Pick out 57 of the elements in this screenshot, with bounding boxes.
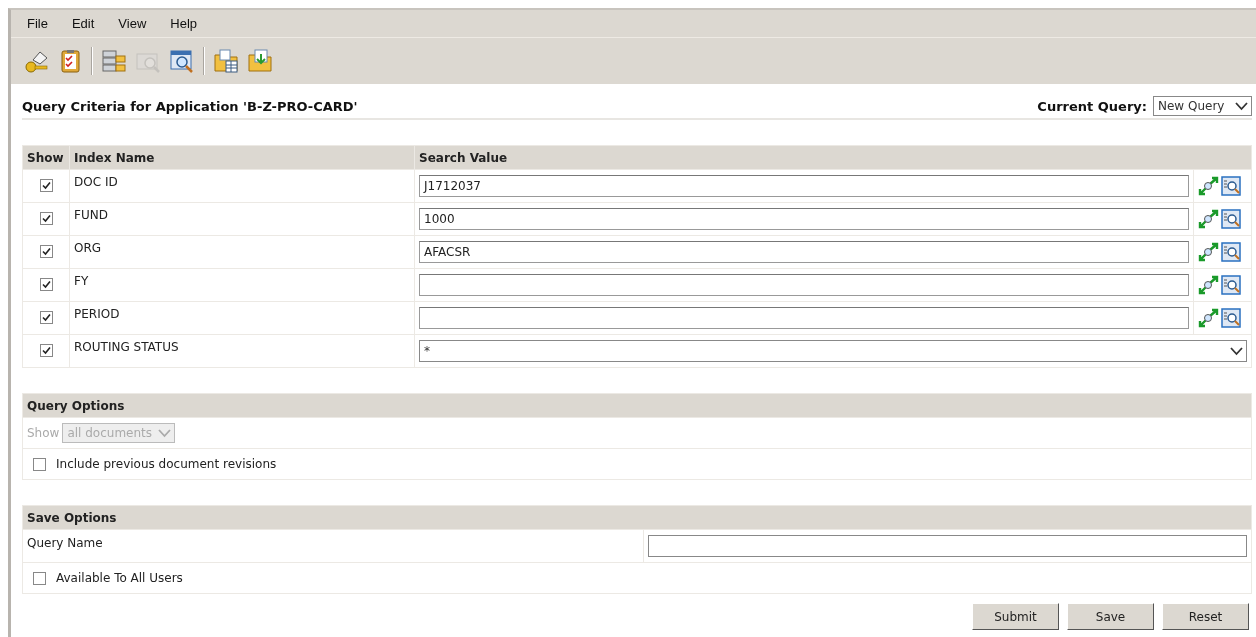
expand-search-icon[interactable] xyxy=(1198,275,1220,295)
query-dropdown[interactable]: New Query xyxy=(1153,96,1252,116)
search-value-field[interactable] xyxy=(419,274,1189,296)
search-window-icon[interactable] xyxy=(1220,308,1242,328)
checkbox[interactable] xyxy=(33,457,46,471)
database-folder-icon[interactable] xyxy=(101,48,127,74)
checkbox[interactable] xyxy=(39,278,53,291)
checkbox[interactable] xyxy=(39,344,53,357)
checkbox[interactable] xyxy=(39,311,53,324)
checkbox[interactable] xyxy=(39,245,53,258)
checkbox[interactable] xyxy=(33,571,46,585)
search-window-icon[interactable] xyxy=(1220,275,1242,295)
page-title: Query Criteria for Application 'B-Z-PRO-CARD' xyxy=(22,98,358,114)
search-value-field[interactable]: 1000 xyxy=(419,208,1189,230)
folder-arrow-icon[interactable] xyxy=(247,48,273,74)
menu-item[interactable]: View xyxy=(110,16,157,31)
index-name: PERIOD xyxy=(74,306,121,321)
section-header: Save Options xyxy=(23,506,1251,529)
query-name-field[interactable] xyxy=(648,535,1247,557)
index-name: ROUTING STATUS xyxy=(74,339,180,354)
search-window-icon[interactable] xyxy=(169,48,195,74)
checkbox-label: Available To All Users xyxy=(56,571,183,585)
expand-search-icon[interactable] xyxy=(1198,242,1220,262)
checkbox-label: Include previous document revisions xyxy=(56,457,277,471)
search-window-icon[interactable] xyxy=(1220,209,1242,229)
search-value-field[interactable]: AFACSR xyxy=(419,241,1189,263)
action-button[interactable]: Save xyxy=(1067,603,1154,630)
menu-item[interactable]: File xyxy=(19,16,58,31)
checkbox[interactable] xyxy=(39,179,53,192)
menu-item[interactable]: Edit xyxy=(63,16,105,31)
expand-search-icon[interactable] xyxy=(1198,209,1220,229)
field-label: Query Name xyxy=(23,530,644,562)
search-window-icon[interactable] xyxy=(1220,176,1242,196)
index-name: FUND xyxy=(74,207,109,222)
search-value-dropdown[interactable]: * xyxy=(419,340,1247,362)
field-label: Current Query: xyxy=(1037,98,1147,114)
expand-search-icon[interactable] xyxy=(1198,176,1220,196)
index-name: ORG xyxy=(74,240,103,255)
folder-table-icon[interactable] xyxy=(213,48,239,74)
index-name: DOC ID xyxy=(74,174,119,189)
action-button[interactable]: Submit xyxy=(972,603,1059,630)
column-header: Search Value xyxy=(414,145,1252,170)
action-button[interactable]: Reset xyxy=(1162,603,1249,630)
field-label: Show xyxy=(27,426,60,440)
column-header: Show xyxy=(22,145,70,170)
index-name: FY xyxy=(74,273,90,288)
search-value-field[interactable]: J1712037 xyxy=(419,175,1189,197)
chevron-icon xyxy=(158,428,172,438)
search-value-field[interactable] xyxy=(419,307,1189,329)
checkbox[interactable] xyxy=(39,212,53,225)
expand-search-icon[interactable] xyxy=(1198,308,1220,328)
menu-item[interactable]: Help xyxy=(162,16,208,31)
search-window-icon[interactable] xyxy=(1220,242,1242,262)
column-header: Index Name xyxy=(69,145,415,170)
section-header: Query Options xyxy=(23,394,1251,417)
chevron-icon xyxy=(1230,346,1243,356)
chevron-icon xyxy=(1235,101,1248,111)
